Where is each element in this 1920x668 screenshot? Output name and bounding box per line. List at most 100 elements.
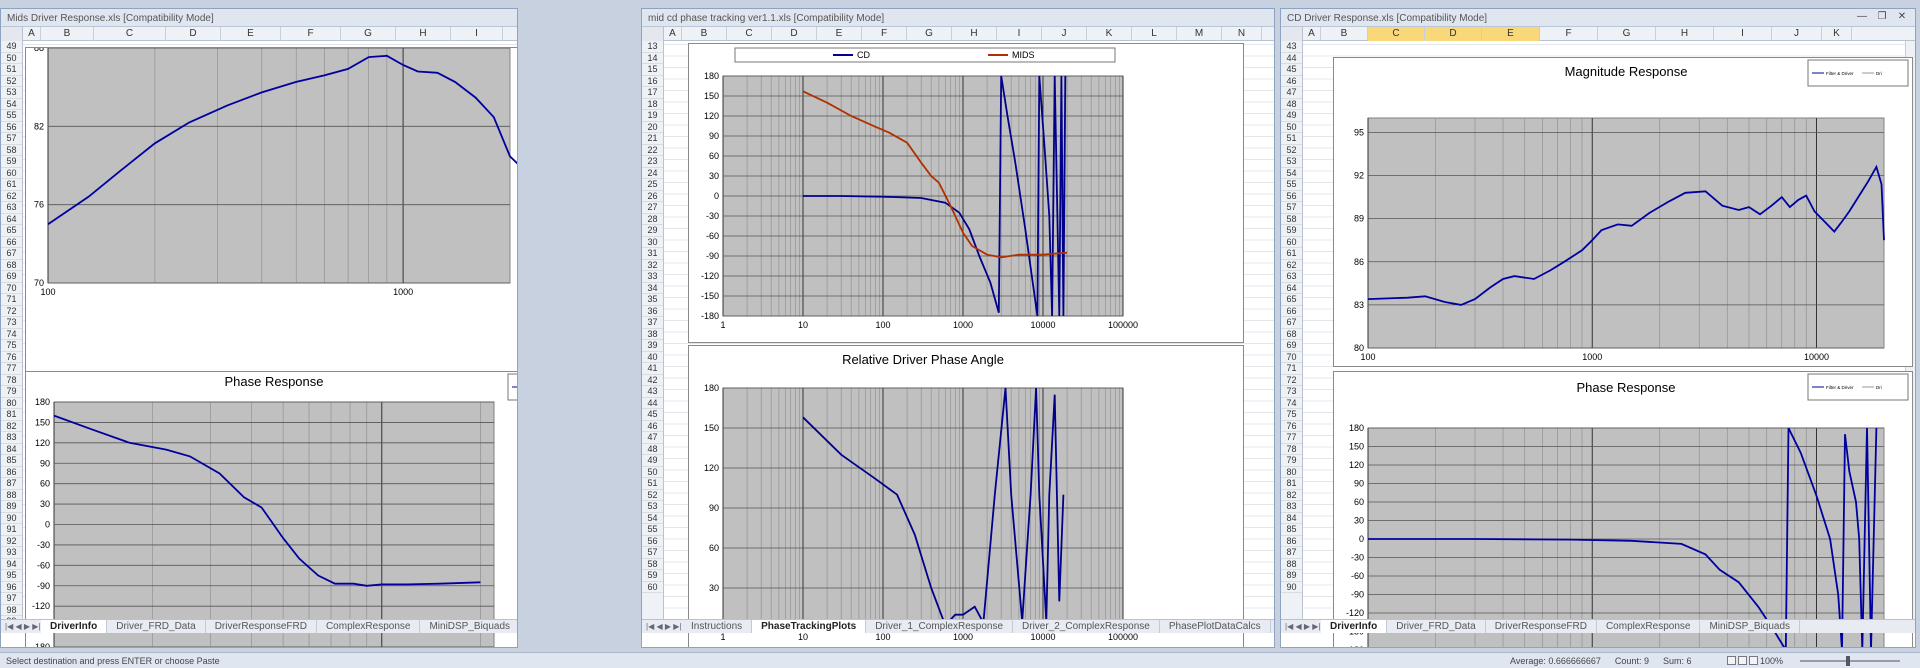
row-header-95[interactable]: 95 xyxy=(1,570,22,582)
row-header-58[interactable]: 58 xyxy=(642,559,663,570)
row-header-89[interactable]: 89 xyxy=(1281,570,1302,582)
column-header-b[interactable]: B xyxy=(1321,27,1368,41)
row-header-79[interactable]: 79 xyxy=(1281,455,1302,467)
column-header-c[interactable]: C xyxy=(1368,27,1425,41)
row-header-69[interactable]: 69 xyxy=(1281,340,1302,352)
normal-view-icon[interactable] xyxy=(1727,656,1736,665)
page-break-icon[interactable] xyxy=(1749,656,1758,665)
row-header-46[interactable]: 46 xyxy=(1281,76,1302,87)
sheet-tab[interactable]: DriverResponseFRD xyxy=(206,620,317,633)
row-header-47[interactable]: 47 xyxy=(642,432,663,444)
row-header-61[interactable]: 61 xyxy=(1281,248,1302,260)
row-header-55[interactable]: 55 xyxy=(1281,179,1302,191)
row-header-29[interactable]: 29 xyxy=(642,225,663,237)
row-header-82[interactable]: 82 xyxy=(1281,490,1302,501)
row-header-96[interactable]: 96 xyxy=(1,582,22,593)
column-header-n[interactable]: N xyxy=(1222,27,1262,41)
column-header-b[interactable]: B xyxy=(41,27,94,41)
cd-mids-phase-chart[interactable]: 180 150 120 90 60 30 0 -30 -60 -90 -120 -150 -180 1 10… xyxy=(688,43,1244,343)
row-header-90[interactable]: 90 xyxy=(1,513,22,524)
row-header-50[interactable]: 50 xyxy=(1,53,22,64)
row-header-87[interactable]: 87 xyxy=(1,478,22,490)
row-header-54[interactable]: 54 xyxy=(642,513,663,524)
row-header-88[interactable]: 88 xyxy=(1281,559,1302,570)
column-header-l[interactable]: L xyxy=(1132,27,1177,41)
row-header-71[interactable]: 71 xyxy=(1,294,22,306)
column-header-k[interactable]: K xyxy=(1087,27,1132,41)
minimize-icon[interactable]: — xyxy=(1855,11,1869,23)
row-header-58[interactable]: 58 xyxy=(1281,214,1302,225)
row-header-53[interactable]: 53 xyxy=(1,87,22,99)
column-header-h[interactable]: H xyxy=(396,27,451,41)
row-header-59[interactable]: 59 xyxy=(642,570,663,582)
row-header-70[interactable]: 70 xyxy=(1,283,22,294)
row-header-27[interactable]: 27 xyxy=(642,202,663,214)
row-header-26[interactable]: 26 xyxy=(642,191,663,202)
row-header-23[interactable]: 23 xyxy=(642,156,663,168)
row-header-73[interactable]: 73 xyxy=(1,317,22,329)
column-header-j[interactable]: J xyxy=(1772,27,1822,41)
row-header-64[interactable]: 64 xyxy=(1,214,22,225)
sheet-tab[interactable]: Instructions xyxy=(682,620,753,633)
row-header-50[interactable]: 50 xyxy=(1281,122,1302,133)
row-header-70[interactable]: 70 xyxy=(1281,352,1302,363)
sheet-tab[interactable]: MiniDSP_Biquads xyxy=(1700,620,1801,633)
workbook-window-cd[interactable]: CD Driver Response.xls [Compatibility Mo… xyxy=(1280,8,1916,648)
row-header-65[interactable]: 65 xyxy=(1281,294,1302,306)
sheet-tab[interactable]: PhaseTrackingPlots xyxy=(752,620,867,633)
row-header-43[interactable]: 43 xyxy=(642,386,663,398)
column-header-g[interactable]: G xyxy=(907,27,952,41)
relative-phase-chart[interactable]: 1801501209060300110100100010000100000Rel… xyxy=(688,345,1244,647)
row-header-73[interactable]: 73 xyxy=(1281,386,1302,398)
row-header-60[interactable]: 60 xyxy=(642,582,663,593)
row-header-86[interactable]: 86 xyxy=(1281,536,1302,547)
row-header-83[interactable]: 83 xyxy=(1,432,22,444)
sheet-tab[interactable]: Driver_1_ComplexResponse xyxy=(866,620,1014,633)
mids-magnitude-chart[interactable]: 70 76 82 88 100 1000 xyxy=(25,47,517,372)
row-header-66[interactable]: 66 xyxy=(1,237,22,248)
row-header-44[interactable]: 44 xyxy=(642,398,663,409)
row-header-64[interactable]: 64 xyxy=(1281,283,1302,294)
row-header-54[interactable]: 54 xyxy=(1,99,22,110)
row-header-52[interactable]: 52 xyxy=(1,76,22,87)
sheet-tab[interactable]: Driver_FRD_Data xyxy=(107,620,206,633)
sheet-tab[interactable]: PhasePlotDataCalcs xyxy=(1160,620,1271,633)
row-header-68[interactable]: 68 xyxy=(1,260,22,271)
row-header-17[interactable]: 17 xyxy=(642,87,663,99)
column-header-a[interactable]: A xyxy=(23,27,41,41)
row-header-28[interactable]: 28 xyxy=(642,214,663,225)
row-header-87[interactable]: 87 xyxy=(1281,547,1302,559)
row-header-59[interactable]: 59 xyxy=(1,156,22,168)
row-header-45[interactable]: 45 xyxy=(642,409,663,421)
sheet-tab[interactable]: Driver_FRD_Data xyxy=(1387,620,1486,633)
row-header-63[interactable]: 63 xyxy=(1281,271,1302,283)
row-header-57[interactable]: 57 xyxy=(1281,202,1302,214)
row-header-68[interactable]: 68 xyxy=(1281,329,1302,340)
row-header-53[interactable]: 53 xyxy=(1281,156,1302,168)
row-header-33[interactable]: 33 xyxy=(642,271,663,283)
column-header-g[interactable]: G xyxy=(341,27,396,41)
workbook-window-phase-tracking[interactable]: mid cd phase tracking ver1.1.xls [Compat… xyxy=(641,8,1275,648)
row-header-69[interactable]: 69 xyxy=(1,271,22,283)
column-header-j[interactable]: J xyxy=(1042,27,1087,41)
row-header-54[interactable]: 54 xyxy=(1281,168,1302,179)
row-header-34[interactable]: 34 xyxy=(642,283,663,294)
restore-icon[interactable]: ❐ xyxy=(1875,11,1889,23)
sheet-tab[interactable]: MiniDSP_Biquads xyxy=(420,620,517,633)
row-header-22[interactable]: 22 xyxy=(642,145,663,156)
row-header-78[interactable]: 78 xyxy=(1281,444,1302,455)
row-header-49[interactable]: 49 xyxy=(642,455,663,467)
row-header-80[interactable]: 80 xyxy=(1281,467,1302,478)
sheet-nav-icon[interactable]: |◀ ◀ ▶ ▶| xyxy=(1,620,41,633)
row-header-52[interactable]: 52 xyxy=(1281,145,1302,156)
column-header-g[interactable]: G xyxy=(1598,27,1656,41)
row-header-82[interactable]: 82 xyxy=(1,421,22,432)
row-header-60[interactable]: 60 xyxy=(1,168,22,179)
row-header-77[interactable]: 77 xyxy=(1,363,22,375)
column-header-j[interactable]: J xyxy=(503,27,517,41)
mids-phase-chart[interactable]: 1801501209060300-30-60-90-120-150-180Pha… xyxy=(25,371,517,647)
row-header-57[interactable]: 57 xyxy=(642,547,663,559)
row-header-48[interactable]: 48 xyxy=(642,444,663,455)
row-header-62[interactable]: 62 xyxy=(1281,260,1302,271)
row-header-58[interactable]: 58 xyxy=(1,145,22,156)
